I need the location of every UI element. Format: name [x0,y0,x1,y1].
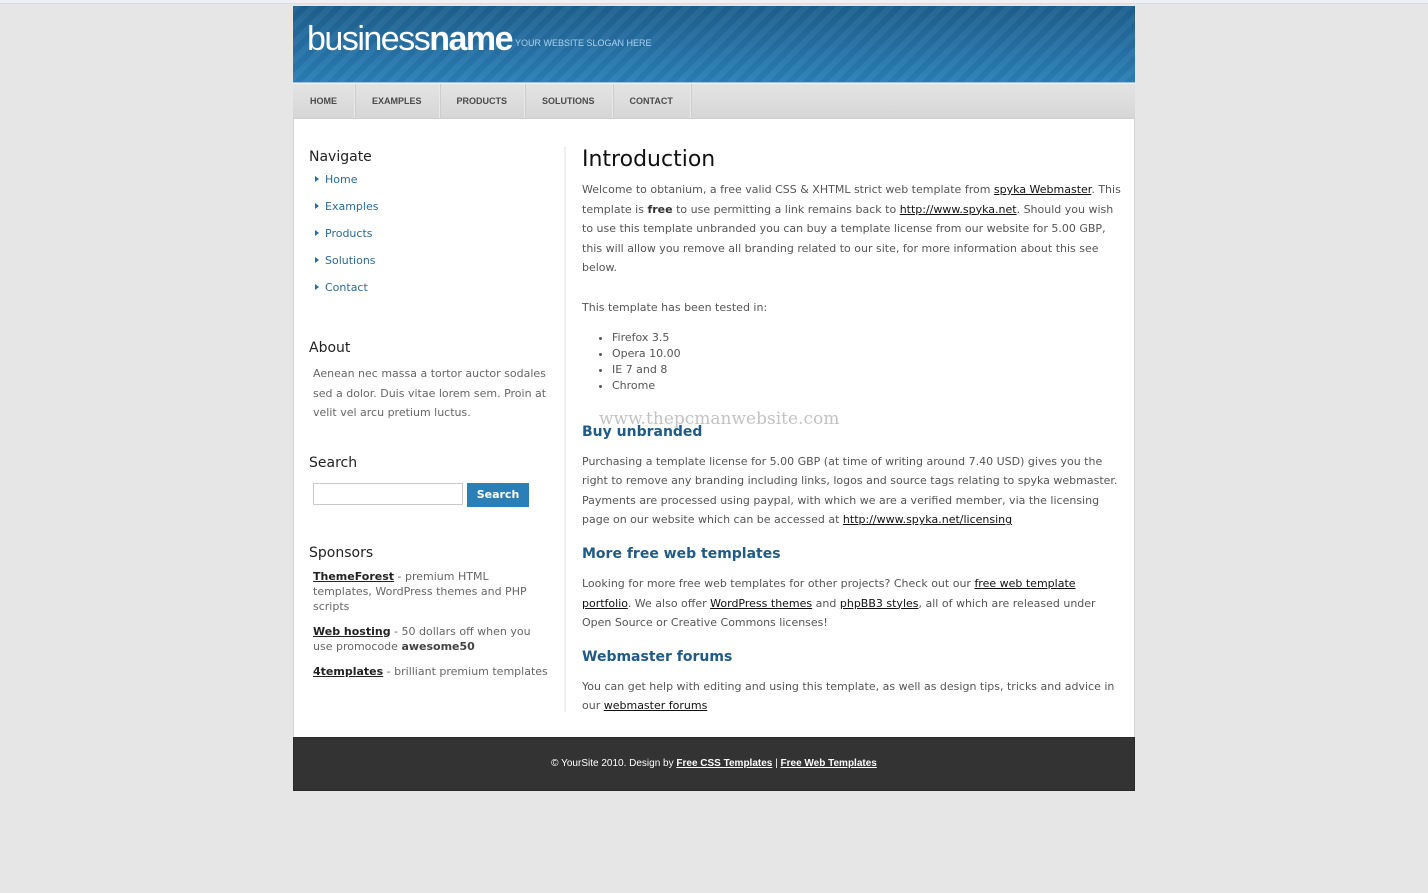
main-content: Introduction Welcome to obtanium, a free… [582,147,1127,732]
sponsor-item: Web hosting - 50 dollars off when you us… [313,624,549,654]
free-bold: free [647,202,673,216]
column-divider [564,147,566,712]
buy-unbranded-heading: Buy unbranded [582,423,703,440]
site-footer: © YourSite 2010. Design by Free CSS Temp… [293,737,1135,791]
site-logo[interactable]: businessname [307,20,514,59]
arrow-right-icon [315,230,319,236]
nav-contact[interactable]: CONTACT [613,84,691,118]
more-paragraph: Looking for more free web templates for … [582,574,1127,633]
text: Welcome to obtanium, a free valid CSS & … [582,183,994,196]
sidebar-link-solutions[interactable]: Solutions [325,254,376,267]
promo-code: awesome50 [401,639,475,653]
text: Looking for more free web templates for … [582,576,975,590]
more-templates-heading: More free web templates [582,545,781,562]
forums-paragraph: You can get help with editing and using … [582,677,1127,716]
text: and [812,596,840,610]
sponsor-link-4templates[interactable]: 4templates [313,665,383,678]
sponsor-link-web-hosting[interactable]: Web hosting [313,625,391,638]
page-container: businessname YOUR WEBSITE SLOGAN HERE HO… [293,6,1135,791]
list-item: IE 7 and 8 [612,362,1127,378]
navigate-heading: Navigate [309,149,372,165]
text: to use permitting a link remains back to [672,202,900,216]
tested-browsers-list: Firefox 3.5 Opera 10.00 IE 7 and 8 Chrom… [582,330,1127,394]
buy-paragraph: Purchasing a template license for 5.00 G… [582,452,1127,530]
sidebar-item-products[interactable]: Products [309,227,549,254]
licensing-link[interactable]: http://www.spyka.net/licensing [843,513,1012,526]
sidebar-item-contact[interactable]: Contact [309,281,549,308]
sponsor-item: 4templates - brilliant premium templates [313,664,549,679]
tested-intro: This template has been tested in: [582,300,768,314]
spyka-net-link[interactable]: http://www.spyka.net [900,203,1017,216]
arrow-right-icon [315,176,319,182]
wordpress-themes-link[interactable]: WordPress themes [710,597,812,610]
sidebar-link-products[interactable]: Products [325,227,373,240]
copyright-text: © YourSite 2010. Design by [551,758,677,769]
search-heading: Search [309,454,358,471]
site-header: businessname YOUR WEBSITE SLOGAN HERE [293,6,1135,83]
spyka-webmaster-link[interactable]: spyka Webmaster [994,183,1091,196]
separator: | [772,758,781,769]
content-area: Navigate Home Examples Products Solution… [293,119,1135,737]
list-item: Chrome [612,378,1127,394]
logo-light-text: business [307,20,431,58]
search-input[interactable] [313,482,463,505]
list-item: Firefox 3.5 [612,330,1127,346]
list-item: Opera 10.00 [612,346,1127,362]
sponsors-heading: Sponsors [309,544,374,561]
sidebar: Navigate Home Examples Products Solution… [309,149,549,689]
arrow-right-icon [315,203,319,209]
nav-examples[interactable]: EXAMPLES [355,84,440,118]
sidebar-item-solutions[interactable]: Solutions [309,254,549,281]
sponsor-desc: - brilliant premium templates [383,664,548,678]
sidebar-nav: Home Examples Products Solutions Contact [309,173,549,308]
nav-solutions[interactable]: SOLUTIONS [525,84,613,118]
search-form: Search [313,482,549,507]
text: . We also offer [627,596,711,610]
about-text: Aenean nec massa a tortor auctor sodales… [313,367,547,419]
sidebar-item-home[interactable]: Home [309,173,549,200]
webmaster-forums-link[interactable]: webmaster forums [604,699,708,712]
forums-heading: Webmaster forums [582,648,733,665]
logo-bold-text: name [429,20,513,58]
arrow-right-icon [315,257,319,263]
sponsor-link-themeforest[interactable]: ThemeForest [313,570,394,583]
nav-products[interactable]: PRODUCTS [440,84,526,118]
free-css-templates-link[interactable]: Free CSS Templates [676,758,772,769]
sidebar-link-home[interactable]: Home [325,173,357,186]
sponsor-item: ThemeForest - premium HTML templates, Wo… [313,569,549,614]
search-button[interactable]: Search [467,482,529,507]
intro-paragraph: Welcome to obtanium, a free valid CSS & … [582,180,1127,278]
free-web-templates-link[interactable]: Free Web Templates [781,758,877,769]
phpbb3-styles-link[interactable]: phpBB3 styles [840,597,919,610]
site-slogan: YOUR WEBSITE SLOGAN HERE [515,38,652,48]
about-heading: About [309,340,351,356]
top-nav: HOME EXAMPLES PRODUCTS SOLUTIONS CONTACT [293,83,1135,119]
intro-heading: Introduction [582,147,716,172]
arrow-right-icon [315,284,319,290]
nav-home[interactable]: HOME [293,84,355,118]
sidebar-link-contact[interactable]: Contact [325,281,368,294]
browser-top-edge [0,0,1428,4]
sidebar-item-examples[interactable]: Examples [309,200,549,227]
sidebar-link-examples[interactable]: Examples [325,200,378,213]
